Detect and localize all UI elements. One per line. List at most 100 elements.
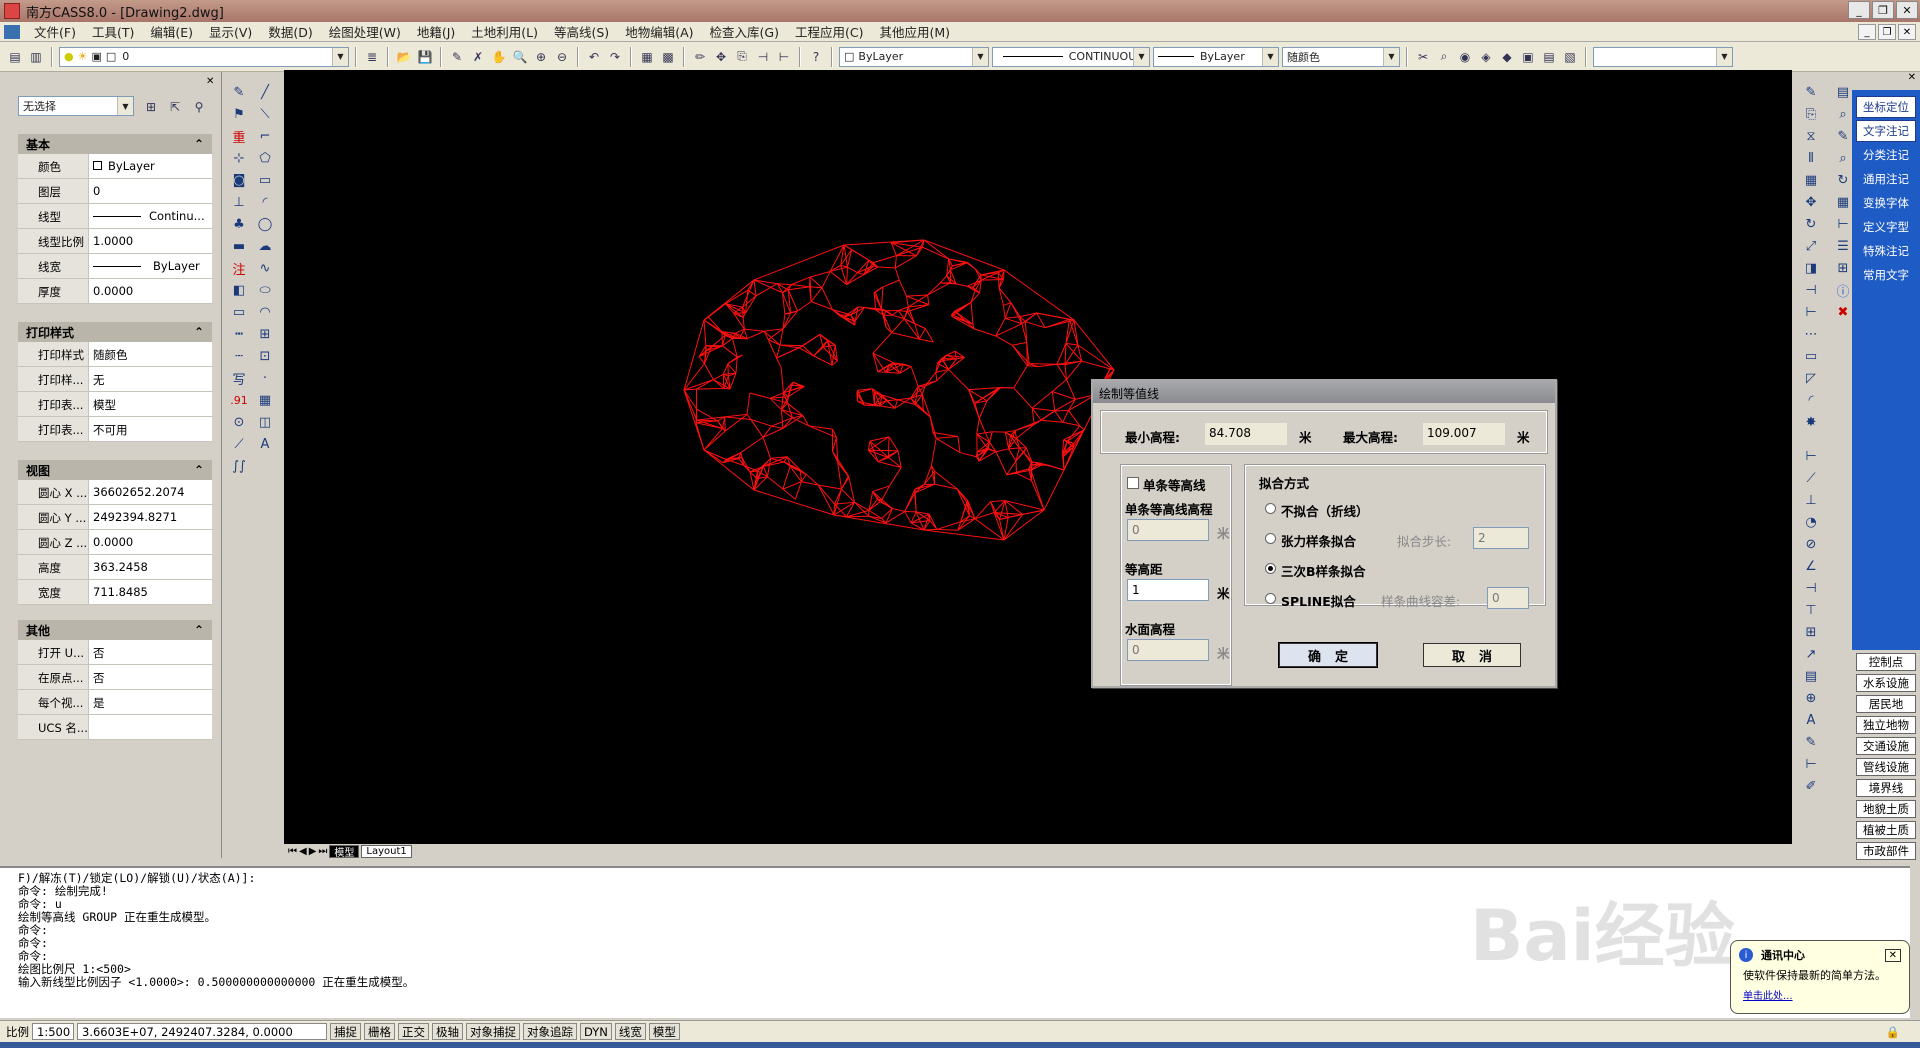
slope-icon[interactable]: ⟋: [229, 434, 249, 454]
menu-cadastre[interactable]: 地籍(J): [409, 22, 463, 41]
redo-icon[interactable]: ↷: [606, 48, 624, 66]
zoom-window-icon[interactable]: 🔍: [511, 48, 529, 66]
dim-angular-icon[interactable]: ∠: [1801, 556, 1821, 576]
measure-icon[interactable]: ⊥: [229, 192, 249, 212]
menu-edit[interactable]: 编辑(E): [142, 22, 201, 41]
balloon-link[interactable]: 单击此处...: [1731, 985, 1909, 1004]
pan-realtime-icon[interactable]: ✋: [490, 48, 508, 66]
fit-tension-radio[interactable]: [1265, 533, 1276, 544]
cass-btn-special-note[interactable]: 特殊注记: [1856, 240, 1916, 262]
fit-spline-label[interactable]: SPLINE拟合: [1281, 591, 1356, 610]
drawing-canvas[interactable]: [284, 70, 1792, 844]
dim-update-icon[interactable]: ⊢: [1801, 754, 1821, 774]
list-icon[interactable]: ☰: [1833, 236, 1853, 256]
next-tab-icon[interactable]: ▶: [309, 846, 317, 857]
lineweight-combo[interactable]: ByLayer ▼: [1153, 46, 1279, 67]
tree-icon[interactable]: ♣: [229, 214, 249, 234]
scale-value[interactable]: 1:500: [32, 1023, 74, 1040]
menu-engineering[interactable]: 工程应用(C): [787, 22, 871, 41]
extend-icon[interactable]: ⊢: [775, 48, 793, 66]
hatch-icon[interactable]: ▦: [255, 390, 275, 410]
cass-btn-traffic[interactable]: 交通设施: [1856, 737, 1916, 755]
offset-icon[interactable]: ⫴: [1801, 148, 1821, 168]
minimize-button[interactable]: _: [1848, 1, 1870, 19]
zoom-out-icon[interactable]: ⊖: [553, 48, 571, 66]
fit-spline-radio[interactable]: [1265, 593, 1276, 604]
info-icon[interactable]: ⓘ: [1833, 280, 1853, 300]
section-header[interactable]: 基本 ⌃: [18, 134, 212, 154]
revcloud-icon[interactable]: ☁: [255, 236, 275, 256]
cass-tool-6-icon[interactable]: ▣: [1519, 48, 1537, 66]
otrack-toggle[interactable]: 对象追踪: [523, 1023, 577, 1040]
section-header[interactable]: 其他 ⌃: [18, 620, 212, 640]
extra-combo[interactable]: ▼: [1593, 46, 1733, 67]
cass-btn-coord-locate[interactable]: 坐标定位: [1856, 96, 1916, 118]
fillet-icon[interactable]: ◜: [1801, 390, 1821, 410]
lock-icon[interactable]: 🔒: [1886, 1025, 1900, 1039]
save-icon[interactable]: 💾: [416, 48, 434, 66]
array-icon[interactable]: ▦: [1801, 170, 1821, 190]
help-icon[interactable]: ?: [807, 48, 825, 66]
layer-manager-icon[interactable]: ▤: [6, 48, 24, 66]
leader-icon[interactable]: ↗: [1801, 644, 1821, 664]
cancel-button[interactable]: 取消: [1423, 643, 1521, 667]
tab-layout1[interactable]: Layout1: [361, 844, 412, 858]
cass-tool-8-icon[interactable]: ▧: [1561, 48, 1579, 66]
insert-block-icon[interactable]: ⊞: [255, 324, 275, 344]
osnap-toggle[interactable]: 对象捕捉: [466, 1023, 520, 1040]
cass-btn-pipeline[interactable]: 管线设施: [1856, 758, 1916, 776]
polygon-icon[interactable]: ⬠: [255, 148, 275, 168]
dim-radius-icon[interactable]: ◔: [1801, 512, 1821, 532]
layers-icon[interactable]: ▤: [1833, 82, 1853, 102]
restore-button[interactable]: ❐: [1872, 1, 1894, 19]
trim-icon[interactable]: ⊣: [1801, 280, 1821, 300]
feature-icon[interactable]: ⚑: [229, 104, 249, 124]
close-icon[interactable]: ✕: [206, 76, 214, 87]
dim-style-icon[interactable]: ✐: [1801, 776, 1821, 796]
cass-tool-3-icon[interactable]: ◉: [1456, 48, 1474, 66]
line-icon[interactable]: ╱: [255, 82, 275, 102]
pencil-icon[interactable]: ✎: [448, 48, 466, 66]
quick-select-icon[interactable]: ⚲: [190, 98, 208, 116]
cass-btn-vegetation[interactable]: 植被土质: [1856, 821, 1916, 839]
cass-btn-boundary[interactable]: 境界线: [1856, 779, 1916, 797]
close-icon[interactable]: ✕: [1908, 72, 1916, 83]
dim-linear-icon[interactable]: ⊢: [1801, 446, 1821, 466]
cass-tool-2-icon[interactable]: ⌕: [1435, 48, 1453, 66]
grid-toggle[interactable]: 栅格: [364, 1023, 395, 1040]
camera-icon[interactable]: ◙: [229, 170, 249, 190]
dyn-toggle[interactable]: DYN: [580, 1023, 612, 1040]
ellipse-arc-icon[interactable]: ◠: [255, 302, 275, 322]
comm-center-balloon[interactable]: i 通讯中心 ✕ 使软件保持最新的简单方法。 单击此处...: [1730, 940, 1910, 1014]
mirror-icon[interactable]: ⧖: [1801, 126, 1821, 146]
last-tab-icon[interactable]: ⏭: [318, 846, 327, 857]
properties-icon[interactable]: ▦: [638, 48, 656, 66]
prev-tab-icon[interactable]: ◀: [299, 846, 307, 857]
erase-icon[interactable]: ✎: [1801, 82, 1821, 102]
coordinates-readout[interactable]: 3.6603E+07, 2492407.3284, 0.0000: [77, 1023, 327, 1040]
layer-state-icon[interactable]: ▥: [27, 48, 45, 66]
cass-btn-water[interactable]: 水系设施: [1856, 674, 1916, 692]
center-mark-icon[interactable]: ⊕: [1801, 688, 1821, 708]
region-icon[interactable]: ◫: [255, 412, 275, 432]
select-objects-icon[interactable]: ⇱: [166, 98, 184, 116]
arc-icon[interactable]: ◜: [255, 192, 275, 212]
fit-bspline-radio[interactable]: [1265, 563, 1276, 574]
line-pattern-icon[interactable]: ┅: [229, 324, 249, 344]
measure-icon[interactable]: ⊢: [1833, 214, 1853, 234]
menu-landuse[interactable]: 土地利用(L): [463, 22, 546, 41]
cass-btn-municipal[interactable]: 市政部件: [1856, 842, 1916, 860]
explode-icon[interactable]: ✸: [1801, 412, 1821, 432]
move-icon[interactable]: ✥: [712, 48, 730, 66]
open-icon[interactable]: 📂: [395, 48, 413, 66]
fit-none-label[interactable]: 不拟合（折线）: [1281, 501, 1369, 520]
doc-restore-button[interactable]: ❐: [1878, 24, 1896, 40]
stretch-icon[interactable]: ◨: [1801, 258, 1821, 278]
snap-toggle[interactable]: 捕捉: [330, 1023, 361, 1040]
cass-btn-independent[interactable]: 独立地物: [1856, 716, 1916, 734]
menu-data[interactable]: 数据(D): [260, 22, 320, 41]
polar-toggle[interactable]: 极轴: [432, 1023, 463, 1040]
point-draw-icon[interactable]: ·: [255, 368, 275, 388]
delete-icon[interactable]: ✖: [1833, 302, 1853, 322]
undo-icon[interactable]: ↶: [585, 48, 603, 66]
